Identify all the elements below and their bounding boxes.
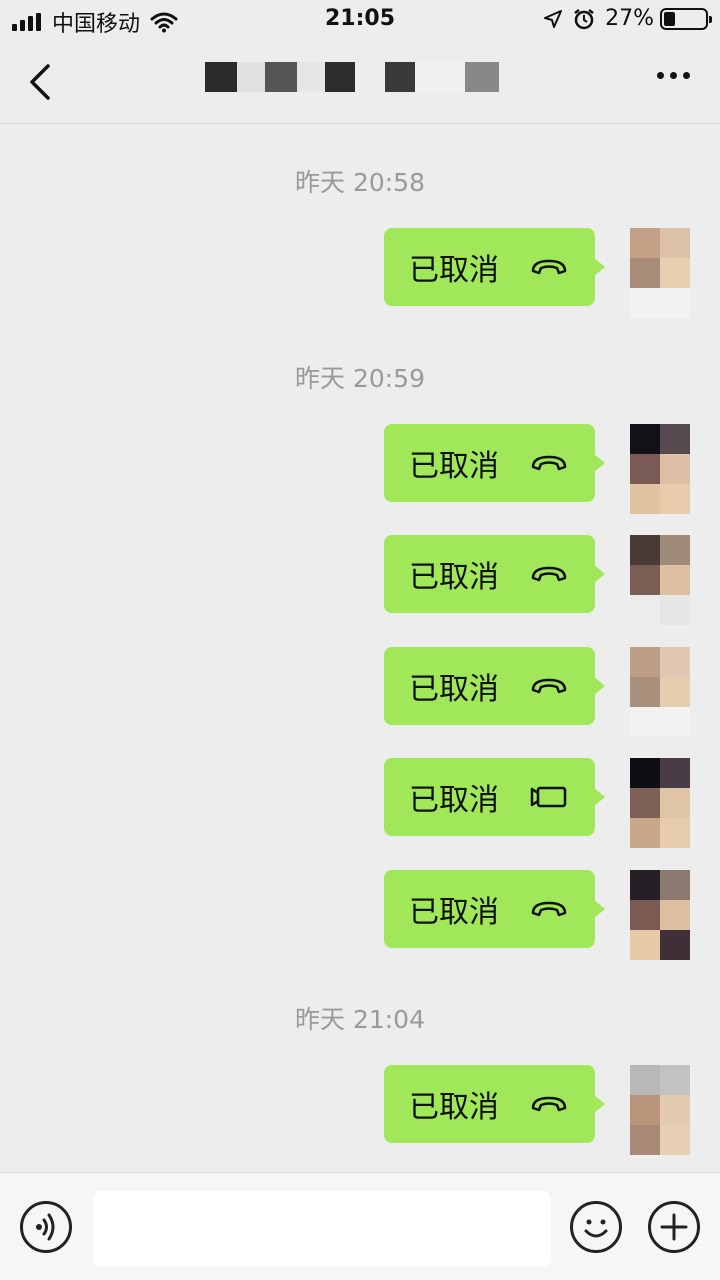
bubble-text: 已取消 bbox=[409, 783, 499, 818]
title-pixel-block bbox=[205, 62, 237, 92]
cancelled-call-bubble[interactable]: 已取消 bbox=[384, 535, 605, 613]
bubble-text: 已取消 bbox=[409, 895, 499, 930]
title-pixel-block bbox=[297, 62, 325, 92]
title-pixel-block bbox=[325, 62, 355, 92]
chat-message-row: 已取消 bbox=[0, 1065, 720, 1155]
title-pixel-block bbox=[355, 62, 385, 92]
cancelled-call-bubble[interactable]: 已取消 bbox=[384, 228, 605, 306]
chat-message-row: 已取消 bbox=[0, 535, 720, 625]
chat-timestamp: 昨天 20:58 bbox=[295, 168, 425, 197]
bubble-text: 已取消 bbox=[409, 560, 499, 595]
status-right: 27% bbox=[543, 6, 712, 31]
phone-icon bbox=[529, 897, 569, 921]
phone-icon bbox=[529, 674, 569, 698]
title-pixel-block bbox=[237, 62, 265, 92]
chat-message-row: 已取消 bbox=[0, 228, 720, 318]
voice-input-icon[interactable] bbox=[20, 1201, 72, 1253]
phone-icon bbox=[529, 562, 569, 586]
chat-message-list[interactable]: 昨天 20:58 已取消 昨天 20:59 已取消 已取消 已取消 已取消 已取消 昨天 21:… bbox=[0, 125, 720, 1172]
chat-nav-bar bbox=[0, 40, 720, 124]
phone-icon bbox=[529, 451, 569, 475]
avatar[interactable] bbox=[630, 535, 690, 625]
chat-timestamp: 昨天 20:59 bbox=[295, 364, 425, 393]
bubble-text: 已取消 bbox=[409, 449, 499, 484]
plus-more-icon[interactable] bbox=[648, 1201, 700, 1253]
title-pixel-block bbox=[385, 62, 415, 92]
bubble-text: 已取消 bbox=[409, 253, 499, 288]
battery-level-fill bbox=[664, 11, 675, 26]
cancelled-call-bubble[interactable]: 已取消 bbox=[384, 870, 605, 948]
battery-percent: 27% bbox=[605, 6, 654, 31]
status-bar: 中国移动 21:05 27% bbox=[0, 0, 720, 40]
contact-name-pixelated bbox=[205, 60, 499, 94]
cancelled-call-bubble[interactable]: 已取消 bbox=[384, 758, 605, 836]
message-text-input[interactable] bbox=[93, 1191, 551, 1267]
video-icon bbox=[529, 785, 569, 809]
avatar[interactable] bbox=[630, 228, 690, 318]
back-chevron-icon[interactable] bbox=[24, 60, 60, 104]
battery-icon bbox=[660, 7, 712, 30]
emoji-icon[interactable] bbox=[570, 1201, 622, 1253]
avatar[interactable] bbox=[630, 424, 690, 514]
avatar[interactable] bbox=[630, 647, 690, 737]
chat-message-row: 已取消 bbox=[0, 870, 720, 960]
chat-message-row: 已取消 bbox=[0, 647, 720, 737]
cancelled-call-bubble[interactable]: 已取消 bbox=[384, 1065, 605, 1143]
avatar[interactable] bbox=[630, 1065, 690, 1155]
bubble-text: 已取消 bbox=[409, 1090, 499, 1125]
phone-icon bbox=[529, 1092, 569, 1116]
message-input-bar bbox=[0, 1172, 720, 1280]
phone-icon bbox=[529, 255, 569, 279]
title-pixel-block bbox=[265, 62, 297, 92]
cancelled-call-bubble[interactable]: 已取消 bbox=[384, 647, 605, 725]
alarm-clock-icon bbox=[574, 8, 594, 29]
avatar[interactable] bbox=[630, 758, 690, 848]
title-pixel-block bbox=[465, 62, 499, 92]
chat-message-row: 已取消 bbox=[0, 424, 720, 514]
more-options-icon[interactable] bbox=[651, 72, 690, 79]
avatar[interactable] bbox=[630, 870, 690, 960]
title-pixel-block bbox=[415, 62, 465, 92]
chat-timestamp: 昨天 21:04 bbox=[295, 1005, 425, 1034]
bubble-text: 已取消 bbox=[409, 672, 499, 707]
location-arrow-icon bbox=[544, 9, 563, 28]
cancelled-call-bubble[interactable]: 已取消 bbox=[384, 424, 605, 502]
chat-message-row: 已取消 bbox=[0, 758, 720, 848]
